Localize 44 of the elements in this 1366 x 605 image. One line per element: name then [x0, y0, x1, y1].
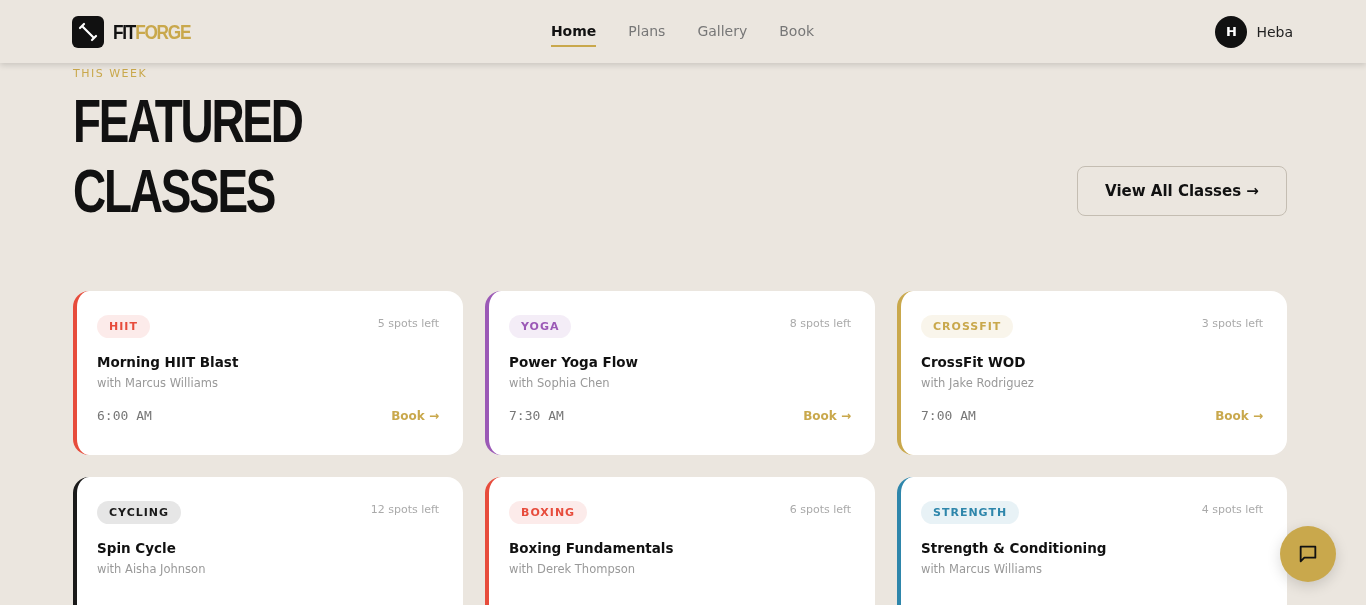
spots-left: 6 spots left: [789, 503, 851, 516]
nav-link[interactable]: Book: [779, 16, 815, 47]
class-name: Power Yoga Flow: [509, 354, 640, 370]
trainer-name: with Marcus Williams: [97, 376, 219, 390]
user-avatar[interactable]: H: [1215, 15, 1248, 48]
book-link[interactable]: Book →: [1215, 408, 1263, 423]
class-name: CrossFit WOD: [921, 354, 1027, 370]
class-tag: CROSSFIT: [921, 315, 1014, 338]
trainer-name: with Aisha Johnson: [97, 562, 207, 576]
class-tag: CYCLING: [97, 501, 182, 524]
class-name: Boxing Fundamentals: [509, 540, 675, 556]
dumbbell-logo-icon: [72, 15, 104, 48]
speech-bubble-icon: [1297, 543, 1319, 565]
book-link[interactable]: Book →: [803, 408, 851, 423]
class-tag: YOGA: [509, 315, 572, 338]
nav-link[interactable]: Home: [550, 16, 597, 47]
class-name: Strength & Conditioning: [921, 540, 1108, 556]
book-link[interactable]: Book →: [391, 408, 439, 423]
nav-link[interactable]: Plans: [628, 16, 666, 47]
spots-left: 3 spots left: [1201, 317, 1263, 330]
section-eyebrow: THIS WEEK: [73, 67, 149, 80]
class-tag: HIIT: [97, 315, 150, 338]
spots-left: 4 spots left: [1201, 503, 1263, 516]
section-title: CLASSES: [73, 156, 275, 226]
trainer-name: with Marcus Williams: [921, 562, 1043, 576]
user-name: Heba: [1256, 23, 1293, 40]
class-name: Spin Cycle: [97, 540, 177, 556]
chat-button[interactable]: [1280, 526, 1336, 582]
trainer-name: with Sophia Chen: [509, 376, 611, 390]
trainer-name: with Jake Rodriguez: [921, 376, 1035, 390]
class-time: 6:00 AM: [97, 408, 152, 423]
trainer-name: with Derek Thompson: [509, 562, 637, 576]
view-all-button[interactable]: View All Classes →: [1077, 166, 1287, 216]
class-time: 7:00 AM: [921, 408, 976, 423]
class-time: 7:30 AM: [509, 408, 564, 423]
class-tag: BOXING: [509, 501, 588, 524]
section-title: FEATURED: [73, 86, 302, 156]
spots-left: 8 spots left: [789, 317, 851, 330]
brand-logo[interactable]: FITFORGE: [113, 19, 191, 44]
spots-left: 5 spots left: [377, 317, 439, 330]
nav-link[interactable]: Gallery: [697, 16, 748, 47]
spots-left: 12 spots left: [370, 503, 439, 516]
class-name: Morning HIIT Blast: [97, 354, 240, 370]
class-tag: STRENGTH: [921, 501, 1020, 524]
